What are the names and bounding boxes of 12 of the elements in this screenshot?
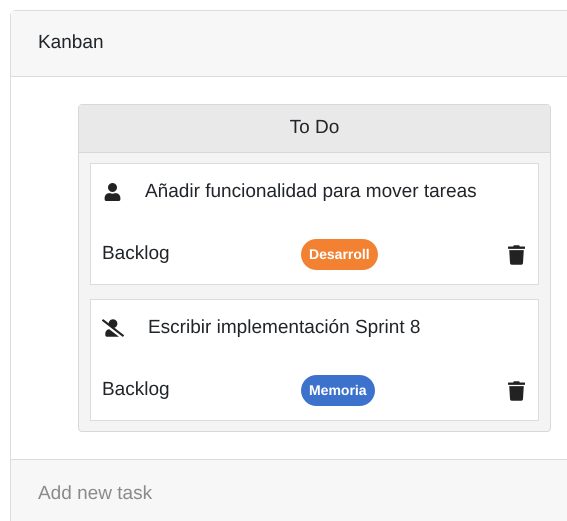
task-status: Backlog bbox=[102, 378, 171, 402]
delete-icon[interactable] bbox=[508, 380, 525, 400]
card-title: Kanban bbox=[38, 31, 104, 56]
column-title: To Do bbox=[290, 116, 340, 140]
task-card[interactable]: Añadir funcionalidad para mover tareas Backlog Desarroll bbox=[90, 163, 539, 285]
task-status: Backlog bbox=[102, 242, 171, 266]
task-card[interactable]: Escribir implementación Sprint 8 Backlog Memoria bbox=[90, 299, 539, 421]
delete-icon[interactable] bbox=[508, 244, 525, 264]
task-title: Escribir implementación Sprint 8 bbox=[148, 316, 420, 340]
task-tag: Desarroll bbox=[301, 239, 378, 270]
task-tag: Memoria bbox=[301, 375, 375, 406]
task-title: Añadir funcionalidad para mover tareas bbox=[145, 180, 477, 204]
